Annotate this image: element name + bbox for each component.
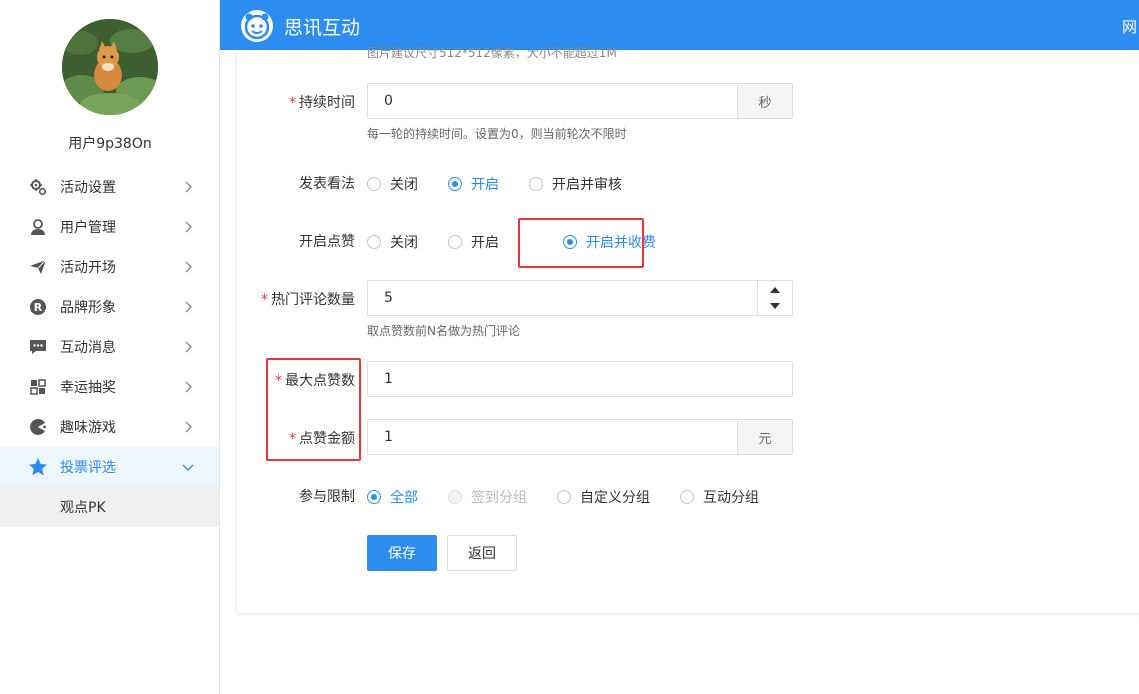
sidebar-item-label: 互动消息 xyxy=(60,340,116,356)
brand-name: 思讯互动 xyxy=(284,17,361,39)
participation-option-interactive-group[interactable]: 互动分组 xyxy=(680,487,759,507)
sidebar-item-brand-image[interactable]: R 品牌形象 xyxy=(0,287,219,327)
max-likes-input[interactable]: 1 xyxy=(367,361,793,397)
sidebar-item-fun-games[interactable]: 趣味游戏 xyxy=(0,407,219,447)
participation-label: 参与限制 xyxy=(299,489,355,505)
chevron-right-icon xyxy=(185,421,192,433)
comments-label: 发表看法 xyxy=(299,176,355,192)
sidebar-item-interactive-messages[interactable]: 互动消息 xyxy=(0,327,219,367)
number-spinner xyxy=(757,281,792,315)
sidebar-item-label: 趣味游戏 xyxy=(60,420,116,436)
star-icon xyxy=(28,457,48,477)
comments-option-on[interactable]: 开启 xyxy=(448,174,499,194)
likes-option-off[interactable]: 关闭 xyxy=(367,232,418,252)
sidebar-item-activity-settings[interactable]: 活动设置 xyxy=(0,167,219,207)
side-menu: 活动设置 用户管理 活动开场 R 品牌形象 互动消息 幸运抽奖 趣味游戏 投票评… xyxy=(0,167,219,527)
sidebar-item-activity-opening[interactable]: 活动开场 xyxy=(0,247,219,287)
chevron-right-icon xyxy=(185,301,192,313)
chevron-down-icon xyxy=(182,464,194,471)
participation-option-signin-group: 签到分组 xyxy=(448,487,527,507)
sidebar-item-user-management[interactable]: 用户管理 xyxy=(0,207,219,247)
sidebar-item-label: 用户管理 xyxy=(60,220,116,236)
registered-icon: R xyxy=(28,297,48,317)
spinner-up-icon[interactable] xyxy=(758,281,792,298)
paper-plane-icon xyxy=(28,257,48,277)
chevron-right-icon xyxy=(185,341,192,353)
top-header: 思讯互动 网 xyxy=(220,0,1139,50)
gift-icon xyxy=(28,377,48,397)
hot-count-input[interactable]: 5 xyxy=(367,280,793,316)
back-button[interactable]: 返回 xyxy=(447,535,517,571)
sidebar-item-lucky-draw[interactable]: 幸运抽奖 xyxy=(0,367,219,407)
participation-option-custom-group[interactable]: 自定义分组 xyxy=(557,487,650,507)
username: 用户9p38On xyxy=(68,136,152,152)
user-icon xyxy=(28,217,48,237)
game-icon xyxy=(28,417,48,437)
sidebar-item-label: 幸运抽奖 xyxy=(60,380,116,396)
like-amount-input[interactable]: 1 xyxy=(367,419,738,455)
svg-text:R: R xyxy=(34,301,43,314)
duration-label: * 持续时间 xyxy=(289,95,355,111)
likes-label: 开启点赞 xyxy=(299,234,355,250)
comments-option-review[interactable]: 开启并审核 xyxy=(529,174,622,194)
logo-icon xyxy=(241,10,273,42)
duration-unit: 秒 xyxy=(737,83,793,119)
sidebar-item-label: 活动开场 xyxy=(60,260,116,276)
sidebar-item-label: 品牌形象 xyxy=(60,300,116,316)
chat-icon xyxy=(28,337,48,357)
sidebar: 用户9p38On 活动设置 用户管理 活动开场 R 品牌形象 互动消息 幸运抽奖… xyxy=(0,0,220,694)
comments-radio-group: 关闭 开启 开启并审核 xyxy=(367,174,652,194)
comments-option-off[interactable]: 关闭 xyxy=(367,174,418,194)
header-link[interactable]: 网 xyxy=(1122,16,1137,37)
sidebar-item-label: 投票评选 xyxy=(60,460,116,476)
hot-count-label: * 热门评论数量 xyxy=(261,292,355,308)
chevron-right-icon xyxy=(185,181,192,193)
participation-option-all[interactable]: 全部 xyxy=(367,487,418,507)
avatar[interactable] xyxy=(62,19,158,115)
duration-input[interactable]: 0 xyxy=(367,83,738,119)
sidebar-item-voting[interactable]: 投票评选 xyxy=(0,447,219,487)
participation-radio-group: 全部 签到分组 自定义分组 互动分组 xyxy=(367,487,789,507)
hot-count-hint: 取点赞数前N名做为热门评论 xyxy=(367,324,520,338)
likes-option-on[interactable]: 开启 xyxy=(448,232,499,252)
chevron-right-icon xyxy=(185,381,192,393)
duration-hint: 每一轮的持续时间。设置为0，则当前轮次不限时 xyxy=(367,127,627,141)
chevron-right-icon xyxy=(185,261,192,273)
like-amount-unit: 元 xyxy=(737,419,793,455)
gears-icon xyxy=(28,177,48,197)
highlight-box-paid-likes xyxy=(518,218,644,268)
highlight-box-like-fields xyxy=(266,358,361,461)
sidebar-item-label: 活动设置 xyxy=(60,180,116,196)
chevron-right-icon xyxy=(185,221,192,233)
submenu-item-opinion-pk[interactable]: 观点PK xyxy=(0,487,219,527)
image-size-hint: 图片建议尺寸512*512像素，大小不能超过1M xyxy=(367,46,617,59)
spinner-down-icon[interactable] xyxy=(758,298,792,315)
save-button[interactable]: 保存 xyxy=(367,535,437,571)
